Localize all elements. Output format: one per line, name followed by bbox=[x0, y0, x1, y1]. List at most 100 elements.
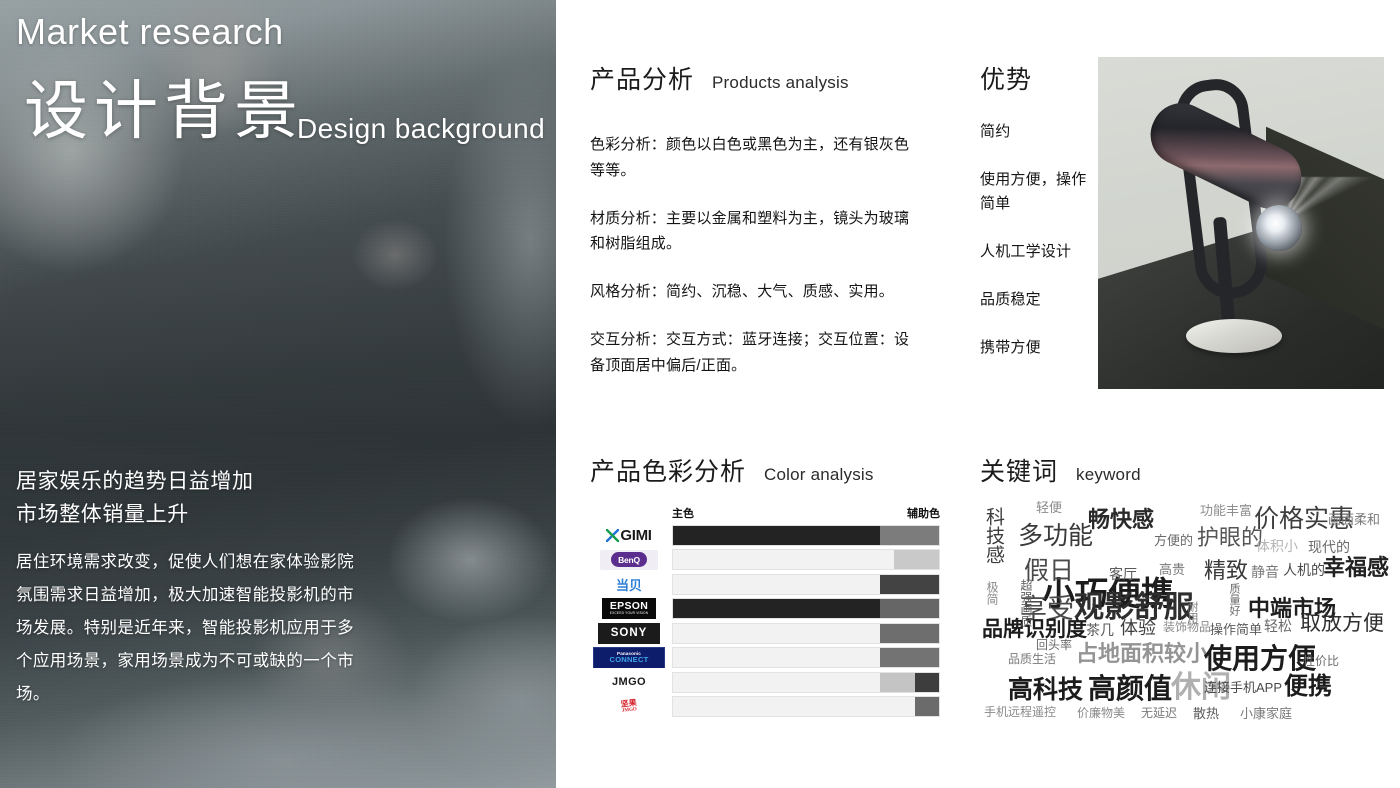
brand-logo-cell: JMGO bbox=[590, 672, 668, 693]
keyword-word: 品牌识别度 bbox=[982, 618, 1087, 641]
chart-row: EPSON EXCEED YOUR VISION bbox=[590, 597, 940, 622]
projector-lens bbox=[1256, 205, 1302, 251]
keyword-word: 占地面积较小 bbox=[1076, 641, 1209, 666]
logo-xgimi: GIMI bbox=[606, 527, 652, 544]
hero-body-text: 居住环境需求改变，促使人们想在家体验影院氛围需求日益增加，极大加速智能投影机的市… bbox=[16, 553, 354, 703]
keyword-word: 高贵 bbox=[1159, 562, 1186, 577]
slide-page: Market research 设计背景 Design background 居… bbox=[0, 0, 1400, 788]
projector-marble-base bbox=[1186, 319, 1282, 353]
keyword-word: 品质生活 bbox=[1008, 652, 1057, 666]
color-bar-track bbox=[672, 671, 940, 693]
color-bar-track bbox=[672, 524, 940, 546]
color-bar-segment bbox=[673, 697, 916, 717]
color-bar-segment bbox=[880, 525, 939, 545]
products-analysis-section: 产品分析 Products analysis 色彩分析：颜色以白色或黑色为主，还… bbox=[590, 60, 920, 379]
logo-sony: SONY bbox=[598, 622, 660, 644]
hero-title-en: Design background bbox=[297, 113, 546, 144]
products-paragraph: 交互分析：交互方式：蓝牙连接；交互位置：设备顶面居中偏后/正面。 bbox=[590, 330, 910, 374]
keyword-word: 便携 bbox=[1284, 673, 1332, 700]
keyword-word: 体验 bbox=[1120, 618, 1156, 638]
light-beam bbox=[1284, 177, 1384, 327]
keyword-word: 轻松 bbox=[1264, 618, 1292, 634]
logo-epson: EPSON EXCEED YOUR VISION bbox=[602, 598, 656, 620]
keyword-word: 无延迟 bbox=[1141, 706, 1178, 720]
logo-panasonic: Panasonic CONNECT bbox=[593, 647, 665, 669]
keywords-title-en: keyword bbox=[1076, 465, 1141, 484]
keywords-heading: 关键词 keyword bbox=[980, 452, 1390, 488]
xgimi-x-icon bbox=[606, 528, 620, 542]
color-bar-segment bbox=[673, 599, 881, 619]
keyword-word: 价廉物美 bbox=[1077, 706, 1126, 720]
logo-dangbei: 当贝 bbox=[615, 577, 642, 593]
keyword-word-vertical: 超强画质 bbox=[1019, 579, 1033, 627]
color-bar-segment bbox=[915, 672, 939, 692]
color-bar-segment bbox=[880, 623, 939, 643]
keyword-word: 畅快感 bbox=[1088, 507, 1155, 532]
hero-panel: Market research 设计背景 Design background 居… bbox=[0, 0, 556, 788]
color-bar-track bbox=[672, 696, 940, 718]
products-analysis-heading: 产品分析 Products analysis bbox=[590, 60, 920, 96]
color-analysis-title-cn: 产品色彩分析 bbox=[590, 458, 747, 486]
chart-row: 坚果 JMGO bbox=[590, 695, 940, 720]
keyword-word: 功能丰富 bbox=[1200, 503, 1253, 518]
products-title-en: Products analysis bbox=[712, 73, 849, 92]
advantages-heading: 优势 bbox=[980, 60, 1090, 96]
keyword-word: 茶几 bbox=[1086, 622, 1114, 638]
keyword-word: 多功能 bbox=[1018, 522, 1094, 550]
brand-logo-cell: 当贝 bbox=[590, 574, 668, 595]
color-bar-segment bbox=[673, 648, 881, 668]
chart-row: SONY bbox=[590, 621, 940, 646]
products-title-cn: 产品分析 bbox=[590, 66, 695, 94]
chart-row: GIMI bbox=[590, 523, 940, 548]
keyword-word: 散热 bbox=[1193, 706, 1220, 721]
hero-lead-line-1: 居家娱乐的趋势日益增加 bbox=[16, 470, 254, 493]
keyword-word-vertical: 极简 bbox=[985, 581, 999, 605]
keyword-word-vertical: 耐用 bbox=[1186, 601, 1198, 623]
keyword-word: 画面柔和 bbox=[1328, 512, 1381, 527]
advantage-item: 人机工学设计 bbox=[980, 243, 1072, 260]
hero-lead: 居家娱乐的趋势日益增加 市场整体销量上升 bbox=[16, 466, 376, 531]
keyword-word: 轻便 bbox=[1036, 500, 1063, 515]
keyword-word-vertical: 质量好 bbox=[1228, 583, 1240, 616]
products-paragraph: 色彩分析：颜色以白色或黑色为主，还有银灰色等等。 bbox=[590, 136, 910, 179]
color-bar-segment bbox=[880, 648, 939, 668]
advantage-item: 简约 bbox=[980, 123, 1011, 140]
color-analysis-heading: 产品色彩分析 Color analysis bbox=[590, 452, 940, 488]
products-paragraph: 材质分析：主要以金属和塑料为主，镜头为玻璃和树脂组成。 bbox=[590, 209, 910, 253]
advantage-item: 使用方便，操作简单 bbox=[980, 171, 1087, 212]
keyword-word: 操作简单 bbox=[1210, 622, 1263, 637]
advantages-title-cn: 优势 bbox=[980, 66, 1033, 94]
keyword-word: 手机远程遥控 bbox=[984, 705, 1057, 719]
color-bar-segment bbox=[880, 599, 939, 619]
brand-logo-cell: EPSON EXCEED YOUR VISION bbox=[590, 598, 668, 620]
keyword-word: 小康家庭 bbox=[1240, 706, 1293, 721]
brand-logo-cell: SONY bbox=[590, 622, 668, 644]
keyword-word: 回头率 bbox=[1036, 638, 1073, 652]
keyword-word-cloud: 小巧便携 畅快感 多功能 假日 轻便 方便的 客厅 高贵 功能丰富 护眼的 精致 价格实惠 画面柔和 体积… bbox=[978, 495, 1390, 723]
color-bar-segment bbox=[673, 623, 881, 643]
keyword-word: 性价比 bbox=[1303, 654, 1340, 668]
color-analysis-section: 产品色彩分析 Color analysis bbox=[590, 452, 940, 488]
color-analysis-chart: 主色 辅助色 GIMI BenQ 当贝 EPSON EXCEED YOUR VISION… bbox=[590, 505, 940, 719]
keyword-word: 人机的 bbox=[1283, 562, 1325, 578]
brand-logo-cell: GIMI bbox=[590, 525, 668, 546]
color-analysis-title-en: Color analysis bbox=[764, 465, 874, 484]
keywords-title-cn: 关键词 bbox=[980, 458, 1059, 486]
chart-rows-container: GIMI BenQ 当贝 EPSON EXCEED YOUR VISION SONY Pan… bbox=[590, 523, 940, 719]
color-bar-segment bbox=[893, 550, 939, 570]
color-bar-segment bbox=[673, 550, 894, 570]
chart-legend-secondary: 辅助色 bbox=[907, 508, 940, 520]
color-bar-segment bbox=[915, 697, 939, 717]
keyword-word: 方便的 bbox=[1154, 533, 1194, 548]
advantages-section: 优势 简约 使用方便，操作简单 人机工学设计 品质稳定 携带方便 bbox=[980, 60, 1090, 360]
keyword-word: 取放方便 bbox=[1300, 612, 1384, 635]
hero-lead-line-2: 市场整体销量上升 bbox=[16, 502, 189, 526]
keyword-word-vertical: 科技感 bbox=[983, 507, 1004, 564]
keyword-word: 体积小 bbox=[1256, 538, 1298, 554]
brand-logo-cell: Panasonic CONNECT bbox=[590, 647, 668, 669]
color-bar-segment bbox=[673, 672, 881, 692]
product-render-image bbox=[1098, 57, 1384, 389]
hero-kicker: Market research bbox=[16, 11, 284, 52]
color-bar-track bbox=[672, 549, 940, 571]
keyword-word: 使用方便 bbox=[1204, 643, 1317, 674]
